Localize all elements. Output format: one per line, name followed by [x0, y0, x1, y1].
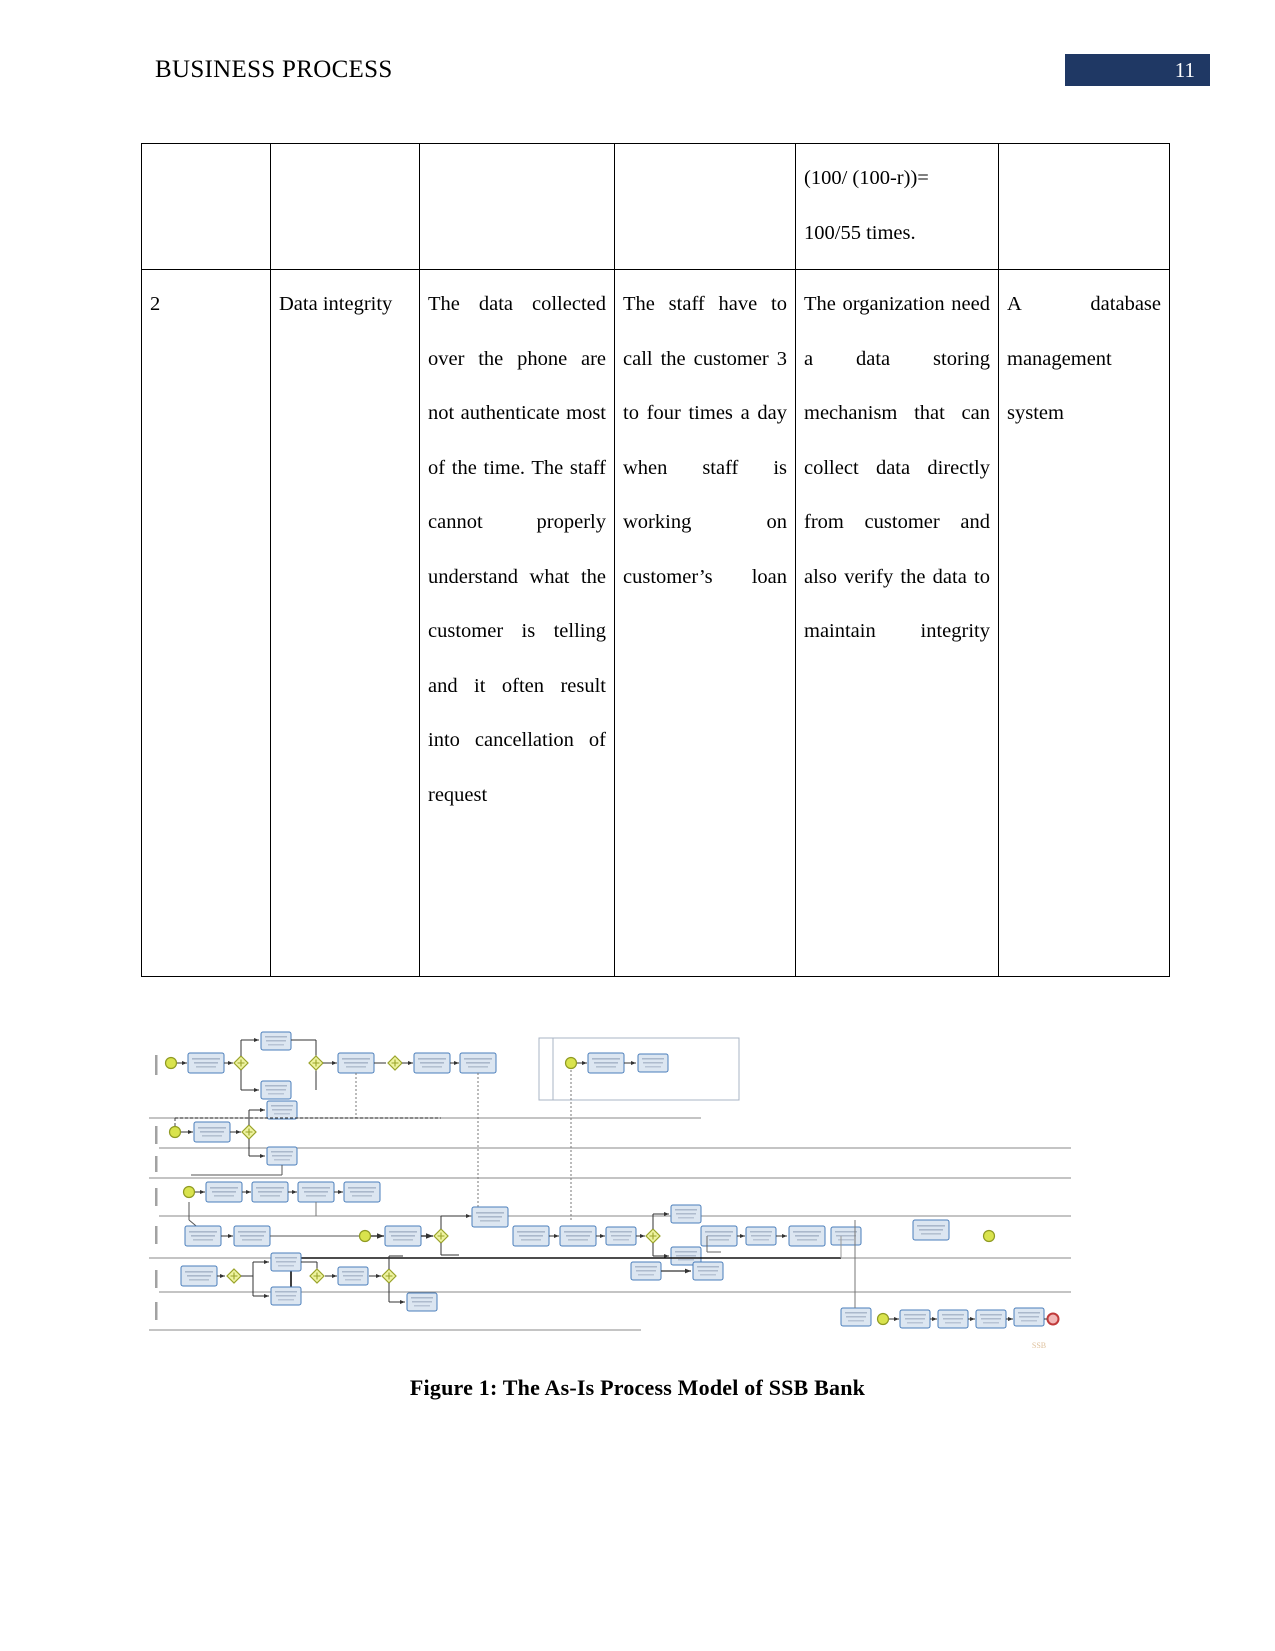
table-row: (100/ (100-r))= 100/55 times.: [141, 143, 1170, 270]
table-cell-col4: [614, 143, 796, 270]
table-row: 2 Data integrity The data collected over…: [141, 269, 1170, 977]
table-cell-evidence: The staff have to call the customer 3 to…: [614, 269, 796, 977]
formula-line-1: (100/ (100-r))=: [804, 167, 929, 189]
row-index-value: 2: [150, 293, 161, 315]
issues-table: (100/ (100-r))= 100/55 times. 2 Data int…: [141, 143, 1170, 977]
bpmn-lane-2: [168, 1100, 441, 1176]
bpmn-pool-right-top: [538, 1037, 740, 1220]
page-number-badge: 11: [1065, 54, 1210, 86]
bpmn-lane-4: [184, 1204, 996, 1292]
bpmn-lane-5: [180, 1252, 438, 1312]
table-cell-col5: (100/ (100-r))= 100/55 times.: [795, 143, 999, 270]
svg-text:SSB: SSB: [1032, 1341, 1046, 1350]
lane-labels: [155, 1055, 158, 1320]
table-cell-col1: [141, 143, 271, 270]
solution-value: A database management system: [1007, 293, 1161, 424]
page-header: BUSINESS PROCESS 11: [0, 52, 1275, 96]
table-cell-description: The data collected over the phone are no…: [419, 269, 615, 977]
formula-line-2: 100/55 times.: [804, 221, 916, 244]
header-title: BUSINESS PROCESS: [155, 56, 393, 83]
table-cell-col6: [998, 143, 1170, 270]
bpmn-lane-3: [182, 1181, 381, 1231]
table-cell-index: 2: [141, 269, 271, 977]
table-cell-col3: [419, 143, 615, 270]
process-model-figure: SSB: [141, 1030, 1076, 1355]
table-cell-requirement: The organization need a data storing mec…: [795, 269, 999, 977]
requirement-value: The organization need a data storing mec…: [804, 293, 990, 642]
table-cell-col2: [270, 143, 420, 270]
bpmn-diagram-image: SSB: [149, 1031, 1071, 1350]
table-cell-solution: A database management system: [998, 269, 1170, 977]
description-value: The data collected over the phone are no…: [428, 293, 606, 806]
diagram-watermark: SSB: [1032, 1341, 1046, 1350]
document-page: BUSINESS PROCESS 11 (100/ (100-r))= 100/…: [0, 0, 1275, 1651]
evidence-value: The staff have to call the customer 3 to…: [623, 293, 787, 588]
issue-name-value: Data integrity: [279, 293, 393, 315]
figure-caption: Figure 1: The As-Is Process Model of SSB…: [409, 1375, 866, 1400]
bpmn-lane-6: [840, 1220, 1060, 1329]
table-cell-issue-name: Data integrity: [270, 269, 420, 977]
